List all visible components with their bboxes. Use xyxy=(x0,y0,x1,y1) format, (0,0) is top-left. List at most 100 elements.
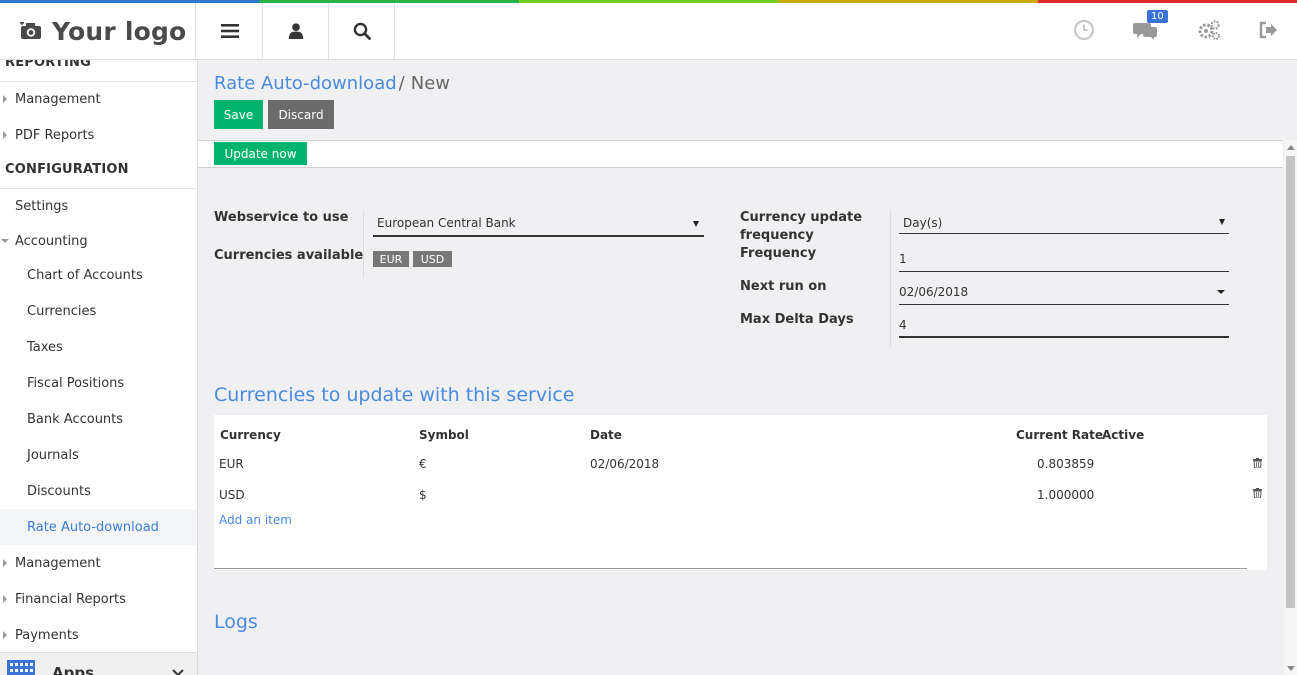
form-statusbar xyxy=(198,140,1283,168)
sidebar-item-chart-of-accounts[interactable]: Chart of Accounts xyxy=(0,257,197,293)
field-underline xyxy=(373,235,704,237)
apps-grid-icon xyxy=(7,660,35,675)
search-icon xyxy=(353,22,371,40)
field-underline xyxy=(899,233,1229,234)
column-header-currency[interactable]: Currency xyxy=(220,428,281,442)
logs-section-title: Logs xyxy=(214,611,258,633)
top-navbar: Your logo 10 xyxy=(0,3,1297,60)
breadcrumb-parent-link[interactable]: Rate Auto-download xyxy=(214,73,397,94)
column-header-symbol[interactable]: Symbol xyxy=(419,428,469,442)
scroll-down-icon[interactable] xyxy=(1287,666,1295,671)
sidebar-item-label: Financial Reports xyxy=(15,591,126,607)
frequency-unit-select[interactable]: Day(s) xyxy=(899,210,1230,236)
currency-tag-eur[interactable]: EUR xyxy=(373,251,409,267)
sidebar-item-taxes[interactable]: Taxes xyxy=(0,329,197,365)
sidebar-item-payments[interactable]: Payments xyxy=(0,617,197,653)
message-count-badge: 10 xyxy=(1147,10,1168,23)
sidebar-item-reporting-management[interactable]: Management xyxy=(0,81,197,117)
search-button[interactable] xyxy=(329,3,395,59)
trash-icon[interactable] xyxy=(1253,488,1262,498)
caret-right-icon xyxy=(3,595,7,603)
cell-symbol: € xyxy=(419,457,427,471)
breadcrumb: Rate Auto-download / New xyxy=(214,73,450,94)
menu-toggle-button[interactable] xyxy=(197,3,263,59)
field-separator xyxy=(890,210,891,347)
sidebar: REPORTING Management PDF Reports CONFIGU… xyxy=(0,60,198,675)
sidebar-item-label: Settings xyxy=(15,198,69,214)
webservice-value: European Central Bank xyxy=(377,216,516,230)
vertical-scrollbar[interactable] xyxy=(1284,140,1297,675)
sidebar-item-rate-auto-download[interactable]: Rate Auto-download xyxy=(0,509,197,545)
discard-button[interactable]: Discard xyxy=(268,100,334,129)
next-run-value: 02/06/2018 xyxy=(899,285,969,299)
currencies-available-label: Currencies available xyxy=(214,248,364,263)
breadcrumb-current: New xyxy=(410,73,450,94)
user-button[interactable] xyxy=(263,3,329,59)
sidebar-item-label: PDF Reports xyxy=(15,127,95,143)
cell-current-rate: 0.803859 xyxy=(1037,457,1095,471)
logo[interactable]: Your logo xyxy=(0,3,196,59)
table-row[interactable]: EUR € 02/06/2018 0.803859 xyxy=(214,445,1267,475)
webservice-select[interactable]: European Central Bank xyxy=(373,210,705,238)
user-icon xyxy=(288,23,303,39)
sidebar-item-label: Discounts xyxy=(27,483,91,499)
sidebar-item-journals[interactable]: Journals xyxy=(0,437,197,473)
currency-tag-usd[interactable]: USD xyxy=(413,251,452,267)
trash-icon[interactable] xyxy=(1253,458,1262,468)
dropdown-arrow-icon xyxy=(1219,219,1225,225)
column-header-active[interactable]: Active xyxy=(1102,428,1144,442)
camera-icon xyxy=(20,22,41,39)
frequency-label: Frequency xyxy=(740,246,817,261)
caret-right-icon xyxy=(3,95,7,103)
table-bottom-border xyxy=(214,568,1247,569)
field-underline xyxy=(899,304,1229,305)
messages-button[interactable]: 10 xyxy=(1133,10,1168,43)
sidebar-item-accounting[interactable]: Accounting xyxy=(0,223,197,259)
max-delta-days-label: Max Delta Days xyxy=(740,312,854,327)
dropdown-arrow-icon xyxy=(1217,290,1225,294)
frequency-input[interactable]: 1 xyxy=(899,246,1230,272)
sidebar-item-management[interactable]: Management xyxy=(0,545,197,581)
sidebar-item-discounts[interactable]: Discounts xyxy=(0,473,197,509)
update-now-button[interactable]: Update now xyxy=(214,142,307,165)
sidebar-item-label: Bank Accounts xyxy=(27,411,124,427)
add-item-link[interactable]: Add an item xyxy=(219,513,292,527)
settings-button[interactable] xyxy=(1196,17,1222,43)
cell-date: 02/06/2018 xyxy=(590,457,660,471)
sidebar-item-label: Management xyxy=(15,555,101,571)
frequency-value: 1 xyxy=(899,252,907,266)
max-delta-days-input[interactable]: 4 xyxy=(899,312,1230,340)
sidebar-item-settings[interactable]: Settings xyxy=(0,188,197,224)
cell-symbol: $ xyxy=(419,488,427,502)
hamburger-menu-icon xyxy=(220,24,239,38)
sidebar-section-reporting: REPORTING xyxy=(5,60,91,70)
sidebar-item-label: Accounting xyxy=(15,233,88,249)
currencies-section-title: Currencies to update with this service xyxy=(214,384,575,406)
activity-button[interactable] xyxy=(1071,17,1097,43)
sidebar-item-label: Chart of Accounts xyxy=(27,267,143,283)
frequency-unit-value: Day(s) xyxy=(903,216,943,230)
caret-down-icon xyxy=(1,239,9,243)
save-button[interactable]: Save xyxy=(214,100,263,129)
column-header-date[interactable]: Date xyxy=(590,428,622,442)
gears-icon xyxy=(1198,20,1220,40)
logout-button[interactable] xyxy=(1255,17,1281,43)
scroll-up-icon[interactable] xyxy=(1287,145,1295,150)
scrollbar-thumb[interactable] xyxy=(1286,156,1295,608)
sidebar-item-currencies[interactable]: Currencies xyxy=(0,293,197,329)
sidebar-item-financial-reports[interactable]: Financial Reports xyxy=(0,581,197,617)
field-separator xyxy=(363,212,364,278)
sidebar-item-label: Journals xyxy=(27,447,79,463)
sidebar-item-label: Taxes xyxy=(27,339,63,355)
apps-menu-button[interactable]: Apps xyxy=(0,652,197,675)
cell-current-rate: 1.000000 xyxy=(1037,488,1095,502)
sidebar-item-bank-accounts[interactable]: Bank Accounts xyxy=(0,401,197,437)
column-header-current-rate[interactable]: Current Rate xyxy=(1016,428,1103,442)
webservice-label: Webservice to use xyxy=(214,210,349,225)
cell-currency: EUR xyxy=(219,457,244,471)
next-run-date-picker[interactable]: 02/06/2018 xyxy=(899,279,1230,305)
table-row[interactable]: USD $ 1.000000 xyxy=(214,476,1267,506)
sidebar-item-pdf-reports[interactable]: PDF Reports xyxy=(0,117,197,153)
sidebar-item-fiscal-positions[interactable]: Fiscal Positions xyxy=(0,365,197,401)
sidebar-item-label: Payments xyxy=(15,627,79,643)
